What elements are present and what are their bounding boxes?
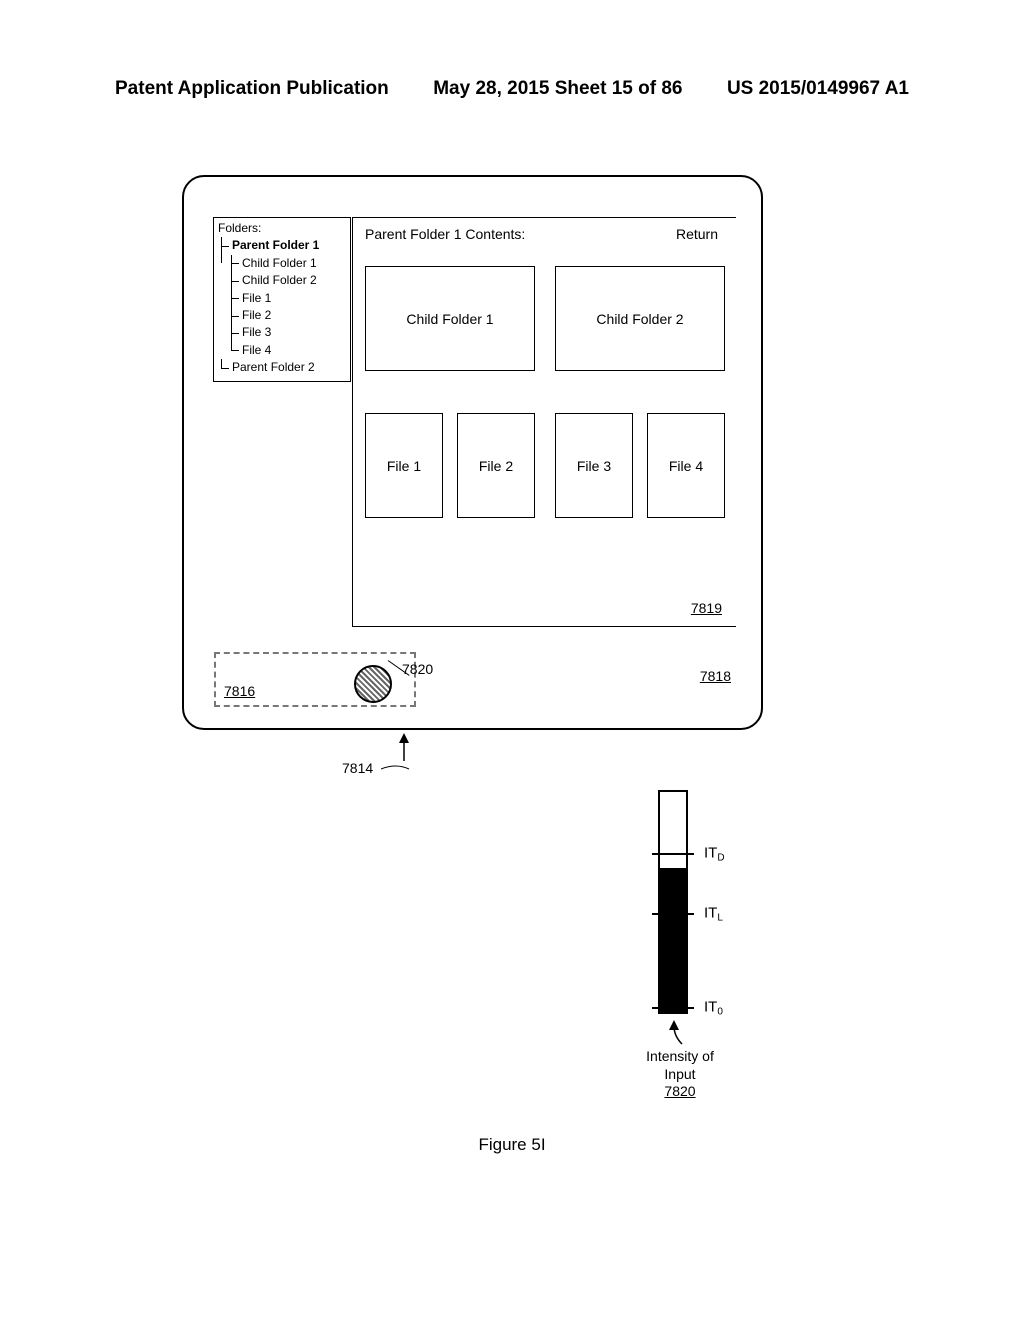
file-1[interactable]: File 1 bbox=[365, 413, 443, 518]
tree-file-2[interactable]: File 2 bbox=[228, 307, 346, 324]
label-itd: ITD bbox=[704, 845, 725, 862]
label-it0: IT0 bbox=[704, 999, 723, 1016]
meter-fill bbox=[660, 868, 686, 1014]
tick-itl bbox=[652, 913, 694, 915]
file-3[interactable]: File 3 bbox=[555, 413, 633, 518]
tree-child-folder-1[interactable]: Child Folder 1 bbox=[228, 255, 346, 272]
arrow-to-meter-icon bbox=[668, 1018, 688, 1051]
tree-file-4[interactable]: File 4 bbox=[228, 342, 346, 359]
tree-parent-folder-2[interactable]: Parent Folder 2 bbox=[218, 359, 346, 376]
page-header: Patent Application Publication May 28, 2… bbox=[0, 78, 1024, 100]
tree-child-folder-2[interactable]: Child Folder 2 bbox=[228, 272, 346, 289]
content-title: Parent Folder 1 Contents: bbox=[365, 226, 525, 242]
label-itl: ITL bbox=[704, 905, 723, 922]
tree-file-3[interactable]: File 3 bbox=[228, 324, 346, 341]
tree-file-1[interactable]: File 1 bbox=[228, 290, 346, 307]
header-center: May 28, 2015 Sheet 15 of 86 bbox=[433, 78, 682, 100]
device-frame: Folders: Parent Folder 1 Child Folder 1 … bbox=[182, 175, 763, 730]
header-left: Patent Application Publication bbox=[115, 78, 389, 100]
intensity-meter: ITD ITL IT0 Intensity of Input 7820 bbox=[648, 790, 768, 1100]
sidebar-title: Folders: bbox=[218, 220, 346, 237]
reference-7818: 7818 bbox=[700, 668, 731, 684]
figure-label: Figure 5I bbox=[0, 1135, 1024, 1155]
reference-7816: 7816 bbox=[224, 683, 255, 699]
reference-7820: 7820 bbox=[402, 661, 433, 677]
header-right: US 2015/0149967 A1 bbox=[727, 78, 909, 100]
intensity-caption: Intensity of Input 7820 bbox=[635, 1048, 725, 1101]
folder-tree-sidebar: Folders: Parent Folder 1 Child Folder 1 … bbox=[213, 217, 351, 382]
dock-strip: 7816 7820 bbox=[214, 652, 416, 707]
reference-7814: 7814 bbox=[342, 760, 411, 776]
tree-parent-folder-1[interactable]: Parent Folder 1 bbox=[218, 237, 346, 254]
tick-it0 bbox=[652, 1007, 694, 1009]
reference-7819: 7819 bbox=[691, 600, 722, 616]
file-4[interactable]: File 4 bbox=[647, 413, 725, 518]
folder-child-1[interactable]: Child Folder 1 bbox=[365, 266, 535, 371]
touch-contact-icon bbox=[354, 665, 392, 703]
content-pane: Parent Folder 1 Contents: Return Child F… bbox=[352, 217, 736, 627]
tick-itd bbox=[652, 853, 694, 855]
file-2[interactable]: File 2 bbox=[457, 413, 535, 518]
return-button[interactable]: Return bbox=[676, 226, 718, 242]
folder-child-2[interactable]: Child Folder 2 bbox=[555, 266, 725, 371]
